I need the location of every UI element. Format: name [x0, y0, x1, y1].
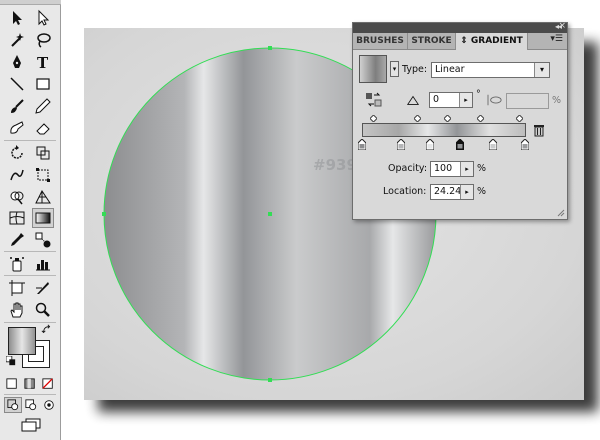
- anchor-point-center[interactable]: [268, 212, 272, 216]
- tab-expand-icon: ⇕: [460, 36, 468, 46]
- panel-menu-icon[interactable]: ▾☰: [550, 34, 563, 44]
- aspect-unit: %: [552, 95, 562, 106]
- midpoint-diamond[interactable]: [444, 115, 451, 122]
- degree-symbol: °: [476, 89, 481, 100]
- angle-dropdown-icon[interactable]: ▸: [459, 93, 472, 107]
- aspect-ratio-input[interactable]: [506, 93, 549, 109]
- tab-stroke[interactable]: STROKE: [408, 33, 456, 49]
- anchor-point-left[interactable]: [102, 212, 106, 216]
- close-icon[interactable]: ×: [558, 21, 566, 31]
- panel-tabbar: BRUSHES STROKE ⇕ GRADIENT: [353, 33, 567, 50]
- location-value: 24.24: [434, 186, 462, 197]
- gradient-stop[interactable]: [358, 139, 366, 150]
- gradient-type-select[interactable]: Linear ▾: [431, 62, 550, 78]
- reverse-gradient-icon[interactable]: [365, 91, 383, 109]
- gradient-stop[interactable]: [426, 139, 434, 150]
- opacity-unit: %: [477, 163, 487, 174]
- resize-grip-icon[interactable]: [556, 208, 565, 217]
- gradient-type-value: Linear: [435, 64, 465, 75]
- opacity-input[interactable]: 100 ▸: [430, 161, 474, 177]
- gradient-swatch-preview[interactable]: [359, 55, 387, 83]
- delete-stop-trash-icon[interactable]: [532, 123, 546, 137]
- anchor-point-top[interactable]: [268, 46, 272, 50]
- midpoint-diamond[interactable]: [414, 115, 421, 122]
- opacity-value: 100: [434, 163, 453, 174]
- angle-input[interactable]: 0 ▸: [429, 92, 473, 108]
- opacity-label: Opacity:: [388, 163, 428, 174]
- panel-title-bar[interactable]: ◂◂ ×: [353, 21, 567, 33]
- gradient-stop[interactable]: [397, 139, 405, 150]
- midpoint-diamond[interactable]: [516, 115, 523, 122]
- tab-gradient-label: GRADIENT: [470, 36, 523, 46]
- gradient-stop[interactable]: [521, 139, 529, 150]
- gradient-slider-bar[interactable]: [362, 123, 526, 137]
- opacity-dropdown-icon[interactable]: ▸: [460, 162, 473, 176]
- gradient-stop[interactable]: [489, 139, 497, 150]
- tab-gradient[interactable]: ⇕ GRADIENT: [456, 33, 528, 50]
- tab-brushes[interactable]: BRUSHES: [353, 33, 408, 49]
- midpoint-diamond[interactable]: [477, 115, 484, 122]
- location-label: Location:: [383, 186, 427, 197]
- type-label: Type:: [402, 64, 428, 75]
- angle-value: 0: [433, 94, 440, 105]
- aspect-ratio-icon: [485, 92, 505, 108]
- chevron-down-icon: ▾: [534, 63, 549, 77]
- anchor-point-bottom[interactable]: [268, 378, 272, 382]
- gradient-swatch-dropdown[interactable]: ▾: [390, 61, 399, 77]
- midpoint-diamond[interactable]: [370, 115, 377, 122]
- location-dropdown-icon[interactable]: ▸: [460, 185, 473, 199]
- location-input[interactable]: 24.24 ▸: [430, 184, 474, 200]
- angle-icon: [405, 92, 421, 108]
- gradient-panel: ◂◂ × BRUSHES STROKE ⇕ GRADIENT ▾☰ ▾ Type…: [352, 21, 568, 220]
- location-unit: %: [477, 186, 487, 197]
- gradient-stop-selected[interactable]: [456, 139, 464, 150]
